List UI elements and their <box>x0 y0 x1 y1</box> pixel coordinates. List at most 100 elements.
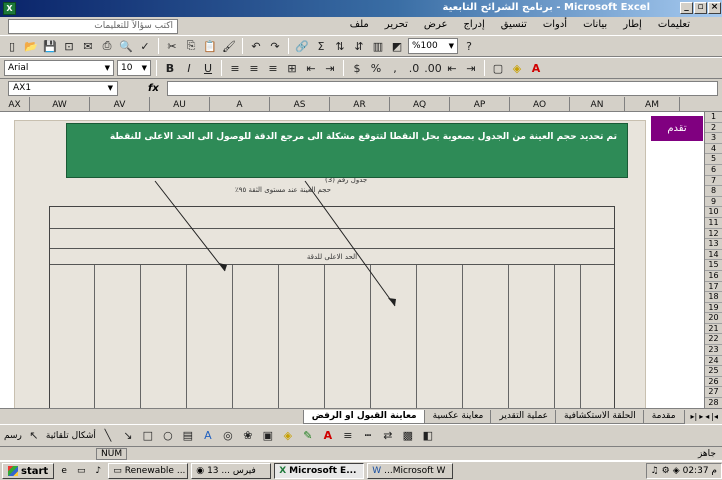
row-header[interactable]: 20 <box>705 313 722 324</box>
decrease-decimal-icon[interactable]: .00 <box>424 60 442 76</box>
clipart-icon[interactable]: ❀ <box>240 428 256 444</box>
row-header[interactable]: 8 <box>705 186 722 197</box>
menu-edit[interactable]: تحرير <box>383 19 410 30</box>
row-header[interactable]: 27 <box>705 387 722 399</box>
minimize-button[interactable]: _ <box>680 2 693 14</box>
open-icon[interactable]: 📂 <box>23 38 39 54</box>
rtl-icon[interactable]: ⇤ <box>303 60 319 76</box>
bold-icon[interactable]: B <box>162 60 178 76</box>
row-header[interactable]: 15 <box>705 260 722 271</box>
tab-prev-icon[interactable]: ◂ <box>705 412 709 421</box>
print-icon[interactable]: ⎙ <box>99 38 115 54</box>
column-header[interactable]: AR <box>330 97 390 112</box>
copy-icon[interactable]: ⎘ <box>183 38 199 54</box>
merge-center-icon[interactable]: ⊞ <box>284 60 300 76</box>
sheet-tab-inverse[interactable]: معاينة عكسية <box>423 409 493 424</box>
autoshapes-menu[interactable]: أشكال تلقائية <box>46 431 96 441</box>
row-header[interactable]: 2 <box>705 123 722 134</box>
tab-next-icon[interactable]: ▸ <box>699 412 703 421</box>
tab-last-icon[interactable]: |◂ <box>711 412 718 421</box>
row-header[interactable]: 24 <box>705 356 722 367</box>
align-right-icon[interactable]: ≡ <box>227 60 243 76</box>
annotation-textbox[interactable]: تم تحديد حجم العينة من الجدول بصعوبة بحل… <box>66 123 628 178</box>
row-header[interactable]: 19 <box>705 303 722 314</box>
row-header[interactable]: 13 <box>705 239 722 250</box>
menu-window[interactable]: إطار <box>621 19 644 30</box>
paste-icon[interactable]: 📋 <box>202 38 218 54</box>
oval-icon[interactable]: ○ <box>160 428 176 444</box>
textbox-icon[interactable]: ▤ <box>180 428 196 444</box>
quicklaunch-ie-icon[interactable]: e <box>57 464 71 478</box>
column-header[interactable]: AX <box>0 97 30 112</box>
row-header[interactable]: 9 <box>705 197 722 208</box>
print-preview-icon[interactable]: 🔍 <box>118 38 134 54</box>
permission-icon[interactable]: ⊡ <box>61 38 77 54</box>
percent-icon[interactable]: % <box>368 60 384 76</box>
save-icon[interactable]: 💾 <box>42 38 58 54</box>
underline-icon[interactable]: U <box>200 60 216 76</box>
format-painter-icon[interactable]: 🖌 <box>221 38 237 54</box>
menu-insert[interactable]: إدراج <box>461 19 486 30</box>
fill-color-icon[interactable]: ◈ <box>509 60 525 76</box>
row-header[interactable]: 17 <box>705 282 722 293</box>
email-icon[interactable]: ✉ <box>80 38 96 54</box>
formula-input[interactable] <box>166 80 718 96</box>
hyperlink-icon[interactable]: 🔗 <box>294 38 310 54</box>
new-icon[interactable]: ▯ <box>4 38 20 54</box>
menu-tools[interactable]: أدوات <box>541 19 569 30</box>
align-center-icon[interactable]: ≡ <box>246 60 262 76</box>
tab-first-icon[interactable]: ▸| <box>691 412 698 421</box>
chart-wizard-icon[interactable]: ▥ <box>370 38 386 54</box>
increase-decimal-icon[interactable]: .0 <box>406 60 422 76</box>
align-left-icon[interactable]: ≡ <box>265 60 281 76</box>
line-icon[interactable]: ╲ <box>100 428 116 444</box>
fill-color-icon[interactable]: ◈ <box>280 428 296 444</box>
column-header[interactable]: AQ <box>390 97 450 112</box>
start-button[interactable]: start <box>2 463 55 479</box>
sheet-tab-acceptance[interactable]: معاينة القبول او الرفض <box>302 409 426 424</box>
italic-icon[interactable]: I <box>181 60 197 76</box>
quicklaunch-desktop-icon[interactable]: ▭ <box>74 464 88 478</box>
line-style-icon[interactable]: ≡ <box>340 428 356 444</box>
taskbar-item[interactable]: ◉ 13 ... فيرس <box>191 463 272 479</box>
sheet-tab-exploratory[interactable]: الحلقة الاستكشافية <box>555 409 645 424</box>
font-color-icon[interactable]: A <box>320 428 336 444</box>
excel-app-icon[interactable]: X <box>3 2 16 15</box>
arrow-style-icon[interactable]: ⇄ <box>380 428 396 444</box>
column-header[interactable]: A <box>210 97 270 112</box>
column-header[interactable]: AP <box>450 97 510 112</box>
menu-file[interactable]: ملف <box>348 19 371 30</box>
maximize-button[interactable]: ▫ <box>694 2 707 14</box>
row-header[interactable]: 1 <box>705 112 722 123</box>
shadow-icon[interactable]: ▩ <box>400 428 416 444</box>
currency-icon[interactable]: $ <box>349 60 365 76</box>
font-color-icon[interactable]: A <box>528 60 544 76</box>
dash-style-icon[interactable]: ┅ <box>360 428 376 444</box>
column-header[interactable]: AM <box>625 97 680 112</box>
row-header[interactable]: 22 <box>705 334 722 346</box>
tray-icon[interactable]: ⚙ <box>662 466 670 476</box>
draw-menu[interactable]: رسم <box>4 431 22 441</box>
spreadsheet-grid[interactable]: جدول رقم (3) حجم العينة عند مستوى الثقة … <box>0 112 704 408</box>
row-header[interactable]: 23 <box>705 345 722 356</box>
row-header[interactable]: 5 <box>705 154 722 165</box>
font-size-select[interactable]: 10 ▼ <box>117 60 151 76</box>
tray-icon[interactable]: ♫ <box>651 466 659 476</box>
row-header[interactable]: 7 <box>705 176 722 187</box>
sort-ascending-icon[interactable]: ⇅ <box>332 38 348 54</box>
menu-help[interactable]: تعليمات <box>656 19 692 30</box>
redo-icon[interactable]: ↷ <box>267 38 283 54</box>
row-header[interactable]: 21 <box>705 324 722 335</box>
row-header[interactable]: 6 <box>705 165 722 176</box>
arrow-icon[interactable]: ↘ <box>120 428 136 444</box>
taskbar-item[interactable]: ▭ Renewable ... <box>108 463 189 479</box>
menu-view[interactable]: عرض <box>422 19 450 30</box>
cut-icon[interactable]: ✂ <box>164 38 180 54</box>
sheet-tab-intro[interactable]: مقدمة <box>642 409 685 424</box>
picture-icon[interactable]: ▣ <box>260 428 276 444</box>
sort-descending-icon[interactable]: ⇵ <box>351 38 367 54</box>
diagram-icon[interactable]: ◎ <box>220 428 236 444</box>
font-name-select[interactable]: Arial ▼ <box>4 60 114 76</box>
row-header[interactable]: 12 <box>705 229 722 240</box>
undo-icon[interactable]: ↶ <box>248 38 264 54</box>
